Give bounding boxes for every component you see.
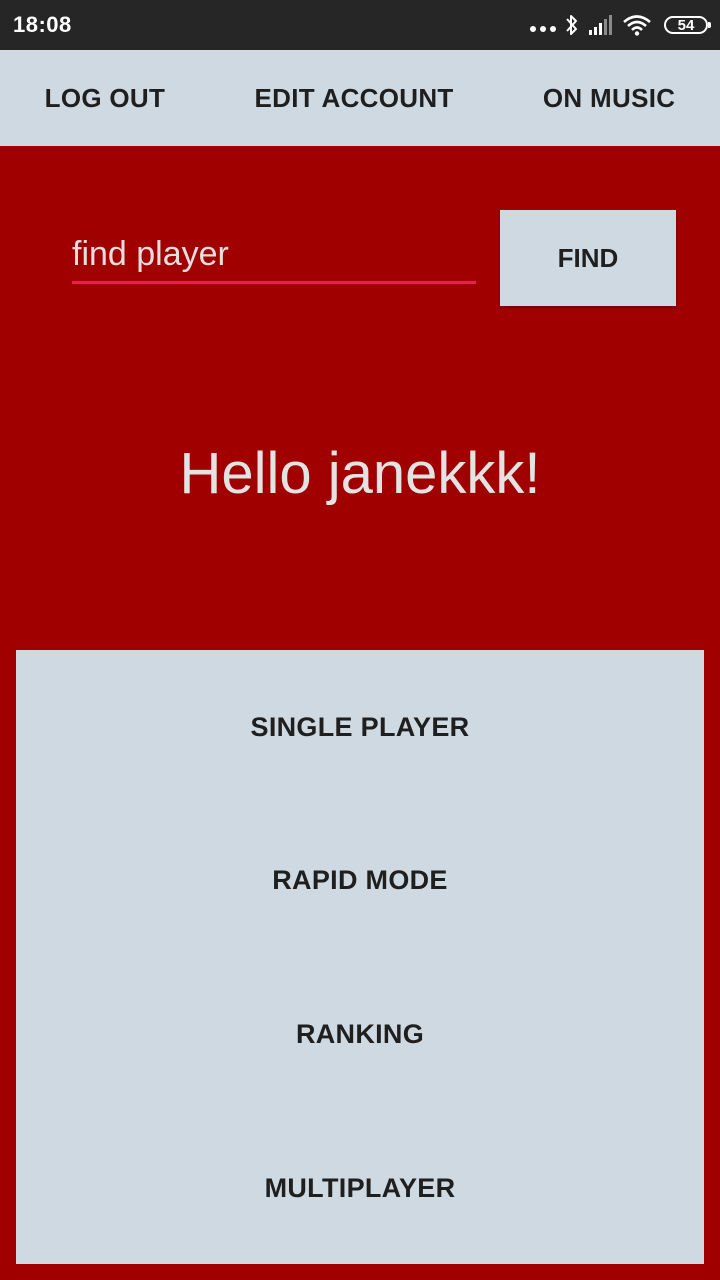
game-menu-panel: SINGLE PLAYER RAPID MODE RANKING MULTIPL… [16, 650, 704, 1264]
rapid-mode-button[interactable]: RAPID MODE [16, 840, 704, 920]
status-time: 18:08 [13, 12, 72, 37]
logout-button[interactable]: LOG OUT [33, 73, 178, 124]
battery-icon: 54 [664, 16, 711, 34]
status-icons: 54 [530, 10, 711, 40]
battery-level: 54 [677, 16, 695, 34]
music-toggle-button[interactable]: ON MUSIC [531, 73, 687, 124]
find-player-input[interactable] [72, 228, 476, 284]
ranking-button[interactable]: RANKING [16, 994, 704, 1074]
more-dots-icon [530, 26, 556, 32]
greeting-text: Hello janekkk! [179, 441, 541, 506]
find-button[interactable]: FIND [500, 210, 676, 306]
wifi-icon [623, 15, 651, 36]
edit-account-button[interactable]: EDIT ACCOUNT [243, 73, 466, 124]
signal-icon [589, 15, 612, 35]
bluetooth-icon [566, 15, 577, 35]
top-nav: LOG OUT EDIT ACCOUNT ON MUSIC [0, 50, 720, 146]
single-player-button[interactable]: SINGLE PLAYER [16, 687, 704, 767]
status-bar: 18:08 54 [0, 0, 720, 50]
multiplayer-button[interactable]: MULTIPLAYER [16, 1148, 704, 1228]
